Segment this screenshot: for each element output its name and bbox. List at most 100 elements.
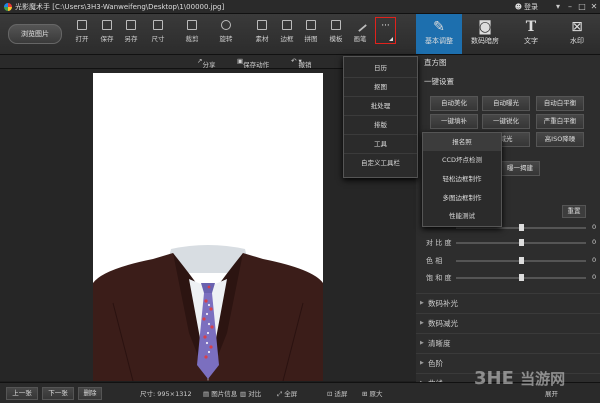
- hue-knob[interactable]: [519, 257, 524, 264]
- maximize-button[interactable]: □: [576, 0, 588, 13]
- minimize-button[interactable]: –: [564, 0, 576, 13]
- border-button[interactable]: 边框: [275, 20, 299, 43]
- tab-digital-darkroom[interactable]: ◙ 数码暗房: [462, 14, 508, 54]
- border-icon: [282, 20, 292, 30]
- saturation-knob[interactable]: [519, 274, 524, 281]
- close-button[interactable]: ✕: [588, 0, 600, 13]
- tab-basic-adjust[interactable]: ✎ 基本调整: [416, 14, 462, 54]
- saturation-slider[interactable]: [456, 274, 586, 281]
- undo-label: 撤销: [298, 61, 312, 69]
- browse-images-button[interactable]: 浏览图片: [8, 24, 62, 44]
- main-toolbar: 浏览图片 打开 保存 另存 尺寸 裁剪 旋转 素材 边框 拼图 模板 画笔 ··…: [0, 14, 416, 55]
- tab-watermark[interactable]: ⊠ 水印: [554, 14, 600, 54]
- delete-button[interactable]: 删除: [78, 387, 102, 400]
- more-tools-menu: 日历 抠图 批处理 排版 工具 自定义工具栏: [343, 56, 418, 178]
- expand-arrow-icon: ▶: [420, 320, 424, 326]
- section-clarity-label: 清晰度: [428, 339, 451, 348]
- crop-button[interactable]: 裁剪: [180, 20, 204, 43]
- section-fill-light-label: 数码补光: [428, 299, 458, 308]
- size-icon: [153, 20, 163, 30]
- menu-item-cutout[interactable]: 抠图: [344, 78, 417, 97]
- auto-white-balance-button[interactable]: 自动白平衡: [536, 96, 584, 111]
- image-info-button[interactable]: ▤ 图片信息: [203, 388, 237, 398]
- actual-size-button[interactable]: ⊞ 原大: [362, 388, 383, 398]
- tab-text-label: 文字: [524, 37, 538, 45]
- one-click-fill-button[interactable]: 一键填补: [430, 114, 478, 129]
- compare-label: 对比: [248, 390, 262, 398]
- rotate-label: 旋转: [219, 35, 233, 43]
- hue-slider[interactable]: [456, 257, 586, 264]
- save-as-button[interactable]: 另存: [119, 20, 143, 43]
- watermark-icon: ⊠: [571, 19, 583, 35]
- previous-button[interactable]: 上一张: [6, 387, 38, 400]
- brightness-value: 0: [592, 223, 597, 231]
- more-tools-button[interactable]: ···: [375, 17, 396, 44]
- rotate-icon: [221, 20, 231, 30]
- template-button[interactable]: 模板: [324, 20, 348, 43]
- auto-beautify-button[interactable]: 自动美化: [430, 96, 478, 111]
- share-button[interactable]: ↗ 分享: [197, 57, 215, 69]
- contrast-knob[interactable]: [519, 239, 524, 246]
- section-clarity[interactable]: ▶ 清晰度: [416, 333, 600, 353]
- contrast-slider[interactable]: [456, 239, 586, 246]
- suit-image: [93, 73, 323, 381]
- fit-screen-button[interactable]: ⊡ 适屏: [327, 388, 348, 398]
- login-label: 登录: [524, 2, 538, 11]
- menu-item-calendar[interactable]: 日历: [344, 59, 417, 78]
- saturation-value: 0: [592, 273, 597, 281]
- dropdown-corner-icon: [389, 37, 393, 41]
- menu-item-layout[interactable]: 排版: [344, 116, 417, 135]
- fullscreen-button[interactable]: ⤢ 全屏: [277, 388, 297, 399]
- submenu-item-multi-border[interactable]: 多图边框制作: [423, 189, 501, 207]
- exposure-fix-button[interactable]: 曝一揭建: [500, 161, 540, 176]
- brightness-knob[interactable]: [519, 224, 524, 231]
- severe-white-balance-button[interactable]: 严重白平衡: [536, 114, 584, 129]
- menu-item-batch[interactable]: 批处理: [344, 97, 417, 116]
- compare-button[interactable]: ▥ 对比: [240, 388, 261, 398]
- brush-label: 画笔: [353, 35, 367, 43]
- edit-icon: ✎: [433, 19, 445, 35]
- skin-icon[interactable]: ▾: [552, 0, 564, 13]
- next-button[interactable]: 下一张: [42, 387, 74, 400]
- brightness-slider[interactable]: [456, 224, 586, 231]
- submenu-item-easy-border[interactable]: 轻松边框制作: [423, 170, 501, 188]
- login-button[interactable]: ☻ 登录: [515, 2, 538, 12]
- undo-button[interactable]: ↶ 撤销 ▾: [291, 57, 312, 69]
- window-title: 光影魔术手 [C:\Users\3H3-Wanweifeng\Desktop\1…: [15, 2, 225, 11]
- collage-icon: [306, 20, 316, 30]
- app-logo-icon: [4, 2, 12, 11]
- expand-label: 展开: [545, 390, 558, 398]
- size-button[interactable]: 尺寸: [146, 20, 170, 43]
- high-iso-denoise-button[interactable]: 高ISO降噪: [536, 132, 584, 147]
- open-button[interactable]: 打开: [70, 20, 94, 43]
- menu-item-tools[interactable]: 工具: [344, 135, 417, 154]
- material-button[interactable]: 素材: [250, 20, 274, 43]
- material-label: 素材: [255, 35, 269, 43]
- oneclick-title: 一键设置: [424, 77, 454, 86]
- photo: [93, 73, 323, 381]
- more-icon: ···: [381, 21, 390, 31]
- brush-button[interactable]: 画笔: [348, 17, 372, 43]
- actual-size-label: 原大: [369, 390, 383, 398]
- menu-item-customize-toolbar[interactable]: 自定义工具栏: [344, 154, 417, 172]
- reset-button[interactable]: 重置: [562, 205, 586, 218]
- tab-text[interactable]: T 文字: [508, 14, 554, 54]
- submenu-item-ccd-check[interactable]: CCD坏点检测: [423, 151, 501, 169]
- submenu-item-performance[interactable]: 性能测试: [423, 207, 501, 225]
- hue-label: 色 相: [426, 257, 443, 265]
- expand-button[interactable]: 展开: [545, 388, 558, 398]
- save-button[interactable]: 保存: [95, 20, 119, 43]
- section-reduce-light[interactable]: ▶ 数码减光: [416, 313, 600, 333]
- contrast-label: 对 比 度: [426, 239, 452, 247]
- user-icon: ☻: [514, 2, 522, 11]
- one-click-sharpen-button[interactable]: 一键锐化: [482, 114, 530, 129]
- save-action-button[interactable]: ▣ 保存动作: [237, 57, 269, 69]
- section-fill-light[interactable]: ▶ 数码补光: [416, 293, 600, 313]
- rotate-button[interactable]: 旋转: [214, 20, 238, 43]
- collage-button[interactable]: 拼图: [299, 20, 323, 43]
- submenu-item-id-photo[interactable]: 报名照: [423, 133, 501, 151]
- tab-watermark-label: 水印: [570, 37, 584, 45]
- fullscreen-label: 全屏: [284, 390, 298, 398]
- border-label: 边框: [280, 35, 294, 43]
- auto-exposure-button[interactable]: 自动曝光: [482, 96, 530, 111]
